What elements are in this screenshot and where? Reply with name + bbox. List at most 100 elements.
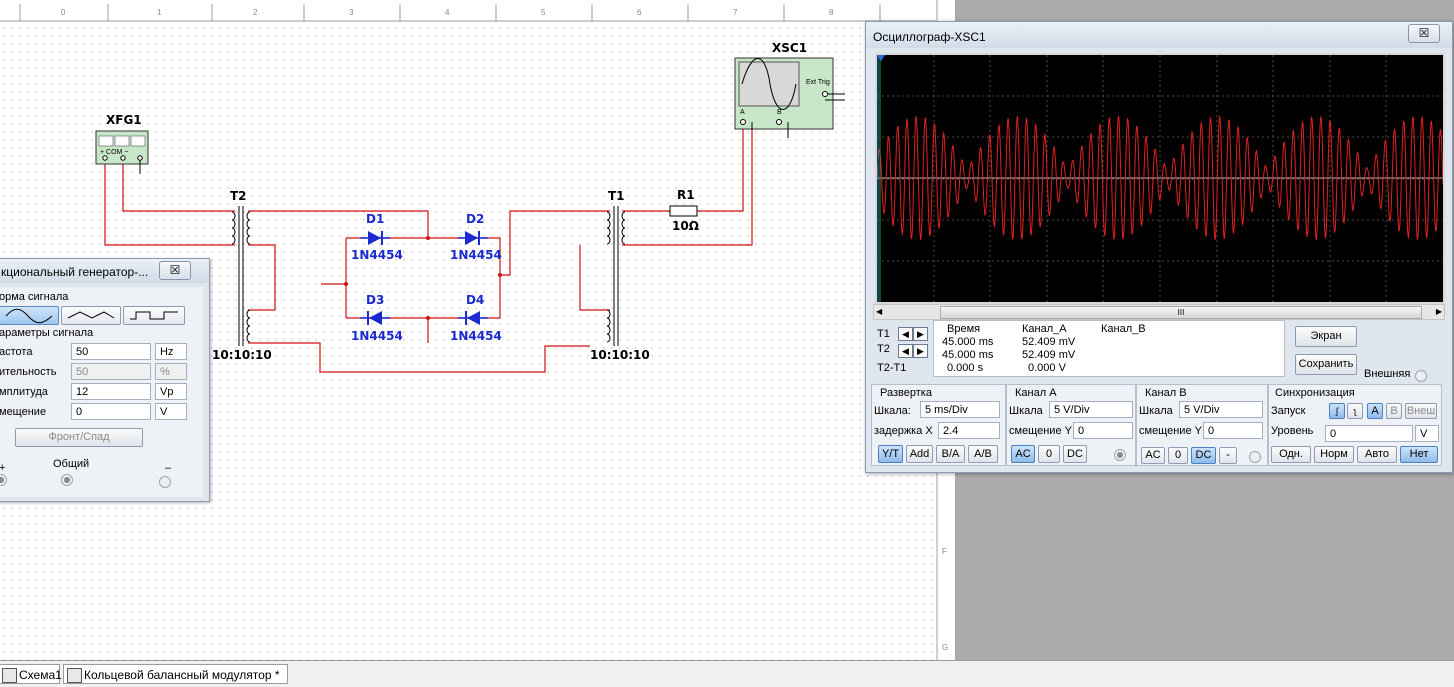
chb-zero-button[interactable]: 0 — [1168, 447, 1188, 464]
fg-common-terminal[interactable] — [61, 474, 73, 486]
osc-titlebar[interactable]: Осциллограф-XSC1 ☒ — [866, 22, 1452, 48]
ba-mode-button[interactable]: B/A — [936, 445, 965, 463]
trigger-source-a-button[interactable]: A — [1367, 403, 1383, 419]
amp-unit[interactable]: Vp — [155, 383, 187, 400]
amp-label: мплитуда — [0, 386, 48, 398]
xsc1-ext-trig: Ext Trig — [806, 79, 830, 86]
oscilloscope-screen[interactable] — [875, 53, 1445, 304]
d1-model: 1N4454 — [351, 248, 403, 262]
d2-name: D2 — [466, 212, 485, 226]
chb-dc-button[interactable]: DC — [1191, 447, 1216, 464]
cha-offset-input[interactable]: 0 — [1073, 422, 1133, 439]
d1-name: D1 — [366, 212, 385, 226]
chb-ac-button[interactable]: AC — [1141, 447, 1165, 464]
chb-scale-label: Шкала — [1139, 405, 1173, 417]
square-wave-button[interactable] — [123, 306, 185, 325]
tab-ring-modulator-label: Кольцевой балансный модулятор * — [84, 668, 280, 682]
osc-close-button[interactable]: ☒ — [1408, 24, 1440, 43]
readout-t1-time: 45.000 ms — [942, 336, 994, 348]
duty-unit[interactable]: % — [155, 363, 187, 380]
duty-input[interactable]: 50 — [71, 363, 151, 380]
ruler-tick-8: 8 — [829, 8, 834, 17]
xfg1-label: XFG1 — [106, 113, 142, 127]
fg-titlebar[interactable]: кциональный генератор-... ☒ — [0, 259, 209, 283]
chb-offset-input[interactable]: 0 — [1203, 422, 1263, 439]
save-button[interactable]: Сохранить — [1295, 354, 1357, 375]
cha-zero-button[interactable]: 0 — [1038, 445, 1060, 463]
scroll-left-icon[interactable]: ◀ — [876, 307, 882, 316]
t2-right-arrow-icon[interactable]: ▶ — [913, 344, 928, 358]
rising-edge-icon[interactable]: ʃ — [1329, 403, 1345, 419]
scroll-thumb[interactable]: III — [940, 306, 1422, 319]
osc-title: Осциллограф-XSC1 — [873, 30, 986, 44]
t1-right-arrow-icon[interactable]: ▶ — [913, 327, 928, 341]
diode-d4 — [458, 311, 488, 325]
d4-model: 1N4454 — [450, 329, 502, 343]
cha-scale-input[interactable]: 5 V/Div — [1049, 401, 1133, 418]
tab-schema1[interactable]: Схема1 — [0, 664, 62, 684]
trigger-level-unit[interactable]: V — [1415, 425, 1439, 442]
xsc1-instrument — [734, 57, 845, 138]
trigger-source-ext-button[interactable]: Внеш — [1405, 403, 1437, 419]
xsc1-b: B — [777, 109, 782, 116]
freq-unit[interactable]: Hz — [155, 343, 187, 360]
cha-dc-button[interactable]: DC — [1063, 445, 1087, 463]
oscilloscope-window[interactable]: Осциллограф-XSC1 ☒ ◀ III ▶ T1 T2 T2-T1 ◀… — [865, 21, 1453, 473]
screen-button[interactable]: Экран — [1295, 326, 1357, 347]
t1-label-osc: T1 — [877, 328, 890, 340]
trigger-source-b-button[interactable]: B — [1386, 403, 1402, 419]
transformer-t1 — [606, 206, 626, 346]
x-delay-input[interactable]: 2.4 — [938, 422, 1000, 439]
duty-label: ительность — [0, 366, 57, 378]
x-delay-label: задержка X — [874, 425, 933, 437]
scroll-right-icon[interactable]: ▶ — [1436, 307, 1442, 316]
ruler-tick-5: 5 — [541, 8, 546, 17]
fg-plus-terminal[interactable] — [0, 474, 7, 486]
normal-mode-button[interactable]: Норм — [1314, 446, 1354, 463]
ab-mode-button[interactable]: A/B — [968, 445, 998, 463]
single-mode-button[interactable]: Одн. — [1271, 446, 1311, 463]
chb-scale-input[interactable]: 5 V/Div — [1179, 401, 1263, 418]
time-scrollbar[interactable]: ◀ III ▶ — [873, 304, 1445, 320]
t1-left-arrow-icon[interactable]: ◀ — [898, 327, 913, 341]
ruler-tick-2: 2 — [253, 8, 258, 17]
ruler-tick-1: 1 — [157, 8, 162, 17]
freq-input[interactable]: 50 — [71, 343, 151, 360]
cha-ac-button[interactable]: AC — [1011, 445, 1035, 463]
add-mode-button[interactable]: Add — [906, 445, 933, 463]
falling-edge-icon[interactable]: ʅ — [1347, 403, 1363, 419]
trigger-group: Синхронизация Запуск ʃ ʅ A B Внеш Уровен… — [1268, 384, 1442, 466]
readout-t2-time: 45.000 ms — [942, 349, 994, 361]
chb-radio[interactable] — [1249, 451, 1261, 463]
diode-d3 — [360, 311, 390, 325]
sine-wave-button[interactable] — [0, 306, 59, 325]
offset-label: мещение — [0, 406, 47, 418]
yt-mode-button[interactable]: Y/T — [878, 445, 903, 463]
channel-a-group: Канал A Шкала 5 V/Div смещение Y 0 AC 0 … — [1006, 384, 1136, 466]
offset-input[interactable]: 0 — [71, 403, 151, 420]
rise-fall-button[interactable]: Фронт/Спад — [15, 428, 143, 447]
freq-label: астота — [0, 346, 33, 358]
none-mode-button[interactable]: Нет — [1400, 446, 1438, 463]
external-trigger-label: Внешняя — [1364, 368, 1411, 380]
offset-unit[interactable]: V — [155, 403, 187, 420]
ruler-tick-0: 0 — [61, 8, 66, 17]
trigger-level-input[interactable]: 0 — [1325, 425, 1413, 442]
external-trigger-radio[interactable] — [1415, 370, 1427, 382]
t1-label: T1 — [608, 189, 625, 203]
tab-ring-modulator[interactable]: Кольцевой балансный модулятор * — [63, 664, 288, 684]
fg-close-button[interactable]: ☒ — [159, 261, 191, 280]
fg-minus-terminal[interactable] — [159, 476, 171, 488]
t2-left-arrow-icon[interactable]: ◀ — [898, 344, 913, 358]
chb-invert-button[interactable]: - — [1219, 447, 1237, 464]
cha-radio[interactable] — [1114, 449, 1126, 461]
fg-params-section: араметры сигнала — [0, 327, 94, 339]
tab-schema1-label: Схема1 — [19, 668, 62, 682]
amp-input[interactable]: 12 — [71, 383, 151, 400]
auto-mode-button[interactable]: Авто — [1357, 446, 1397, 463]
t2-ratio: 10:10:10 — [212, 348, 272, 362]
function-generator-window[interactable]: кциональный генератор-... ☒ орма сигнала… — [0, 258, 210, 502]
triangle-wave-button[interactable] — [61, 306, 121, 325]
timebase-scale-input[interactable]: 5 ms/Div — [920, 401, 1000, 418]
d3-name: D3 — [366, 293, 385, 307]
